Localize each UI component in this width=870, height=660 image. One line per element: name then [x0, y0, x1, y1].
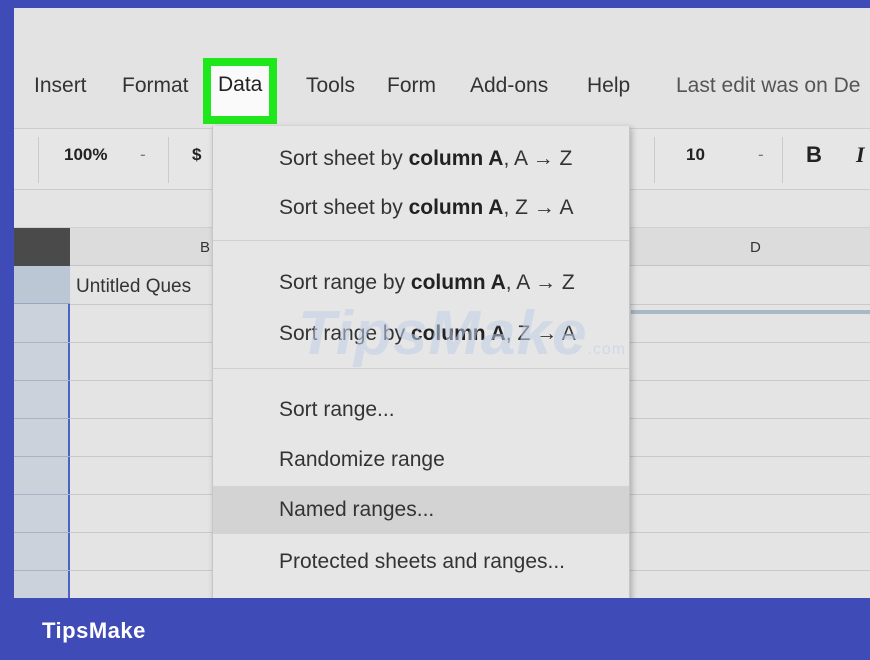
last-edit-link[interactable]: Last edit was on De — [676, 74, 860, 98]
menu-format[interactable]: Format — [122, 74, 189, 98]
brand-logo: TipsMake — [42, 618, 146, 643]
menu-form[interactable]: Form — [387, 74, 436, 98]
spreadsheet-app: Insert Format Data Tools Form Add-ons He… — [14, 8, 870, 598]
font-size-dropdown-icon[interactable]: - — [758, 145, 764, 165]
footer-bar: TipsMake — [0, 598, 870, 660]
row-header-divider — [14, 380, 70, 381]
menu-help[interactable]: Help — [587, 74, 630, 98]
menu-add-ons[interactable]: Add-ons — [470, 74, 548, 98]
menu-bar: Insert Format Data Tools Form Add-ons He… — [14, 8, 870, 128]
sort-range-item[interactable]: Sort range... — [213, 386, 629, 434]
zoom-select[interactable]: 100% — [64, 145, 107, 165]
toolbar-divider — [38, 137, 39, 183]
row-header-divider — [14, 532, 70, 533]
zoom-dropdown-icon[interactable]: - — [140, 145, 146, 165]
menu-tools[interactable]: Tools — [306, 74, 355, 98]
row-header-divider — [14, 456, 70, 457]
cell-b1-value[interactable]: Untitled Ques — [76, 276, 191, 298]
toolbar-divider — [654, 137, 655, 183]
font-size-select[interactable]: 10 — [686, 145, 705, 165]
menu-insert[interactable]: Insert — [34, 74, 87, 98]
italic-button[interactable]: I — [856, 142, 865, 168]
menu-data[interactable]: Data — [203, 58, 278, 124]
row-header-divider — [14, 342, 70, 343]
row-header-divider — [14, 418, 70, 419]
toolbar-divider — [168, 137, 169, 183]
selection-highlight — [631, 310, 870, 314]
named-ranges-item[interactable]: Named ranges... — [213, 486, 629, 534]
bold-button[interactable]: B — [806, 142, 822, 168]
column-header-b[interactable]: B — [200, 239, 210, 256]
protected-sheets-item[interactable]: Protected sheets and ranges... — [213, 538, 629, 586]
currency-format-button[interactable]: $ — [192, 145, 201, 165]
sort-sheet-a-z[interactable]: Sort sheet by column A, A → Z — [213, 135, 629, 183]
watermark: TipsMake.com — [298, 299, 627, 368]
row-header-divider — [14, 570, 70, 571]
column-header-d[interactable]: D — [750, 239, 761, 256]
row-header-column — [14, 266, 70, 598]
sort-sheet-z-a[interactable]: Sort sheet by column A, Z → A — [213, 184, 629, 232]
randomize-range-item[interactable]: Randomize range — [213, 436, 629, 484]
select-all-corner[interactable] — [14, 228, 70, 266]
row-header-1[interactable] — [14, 266, 70, 304]
toolbar-divider — [782, 137, 783, 183]
menu-separator — [213, 240, 629, 241]
row-header-divider — [14, 494, 70, 495]
